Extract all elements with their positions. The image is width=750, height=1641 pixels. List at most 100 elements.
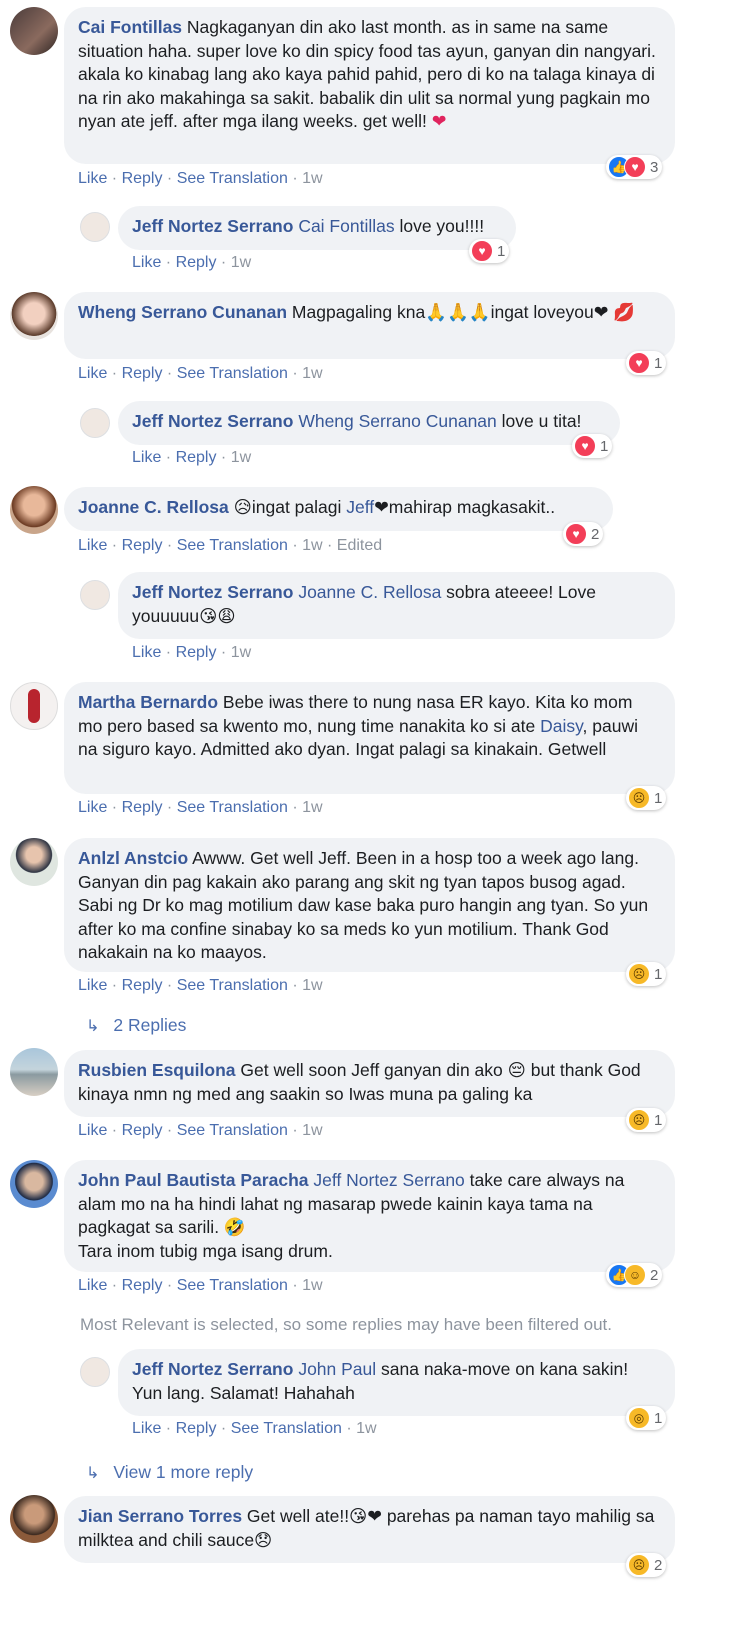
reply-link[interactable]: Reply [122,170,163,187]
reaction-summary[interactable]: ♥ 1 [572,434,613,458]
reply-link[interactable]: Reply [122,977,163,994]
reaction-count: 1 [654,1111,663,1129]
mention-link[interactable]: Jeff Nortez Serrano [313,1170,464,1190]
view-more-reply-link[interactable]: ↳ View 1 more reply [86,1462,253,1483]
reaction-summary[interactable]: ☹ 1 [626,962,667,986]
reply-link[interactable]: Reply [122,799,163,816]
reaction-count: 1 [654,1409,663,1427]
see-translation-link[interactable]: See Translation [177,799,288,816]
see-translation-link[interactable]: See Translation [177,537,288,554]
edited-label[interactable]: Edited [337,537,382,554]
timestamp[interactable]: 1w [302,1277,322,1294]
mention-link[interactable]: Wheng Serrano Cunanan [298,411,496,431]
timestamp[interactable]: 1w [231,449,251,466]
reaction-summary[interactable]: ♥ 1 [626,351,667,375]
avatar[interactable] [10,1048,58,1096]
avatar[interactable] [10,838,58,886]
reply-link[interactable]: Reply [122,1122,163,1139]
see-translation-link[interactable]: See Translation [177,1122,288,1139]
commenter-name[interactable]: Jeff Nortez Serrano [132,216,293,236]
like-link[interactable]: Like [78,1277,107,1294]
see-translation-link[interactable]: See Translation [177,1277,288,1294]
sad-reaction-icon: ☹ [628,787,650,809]
view-replies-link[interactable]: ↳ 2 Replies [86,1015,186,1036]
reaction-summary[interactable]: ♥ 2 [563,522,604,546]
avatar[interactable] [10,292,58,340]
avatar[interactable] [80,1357,110,1387]
avatar[interactable] [10,1495,58,1543]
reaction-summary[interactable]: 👍 ♥ 3 [606,155,663,179]
timestamp[interactable]: 1w [302,977,322,994]
reaction-summary[interactable]: ♥ 1 [469,239,510,263]
reaction-count: 2 [591,525,600,543]
reply-link[interactable]: Reply [176,254,217,271]
comment-bubble: Joanne C. Rellosa 😥ingat palagi Jeff❤mah… [64,487,613,531]
comment-bubble: Wheng Serrano Cunanan Magpagaling kna🙏🙏🙏… [64,292,675,359]
reply-link[interactable]: Reply [176,644,217,661]
reply-link[interactable]: Reply [122,365,163,382]
timestamp[interactable]: 1w [302,1122,322,1139]
commenter-name[interactable]: Jeff Nortez Serrano [132,582,293,602]
commenter-name[interactable]: Anlzl Anstcio [78,848,188,868]
avatar[interactable] [80,408,110,438]
mention-link[interactable]: Daisy [540,716,582,736]
like-link[interactable]: Like [78,537,107,554]
like-link[interactable]: Like [78,365,107,382]
reply-link[interactable]: Reply [122,1277,163,1294]
comment-bubble: John Paul Bautista Paracha Jeff Nortez S… [64,1160,675,1272]
mention-link[interactable]: Jeff [346,497,374,517]
commenter-name[interactable]: John Paul Bautista Paracha [78,1170,309,1190]
timestamp[interactable]: 1w [302,170,322,187]
reaction-summary[interactable]: ◎ 1 [626,1406,667,1430]
filter-note: Most Relevant is selected, so some repli… [80,1315,612,1334]
heart-emoji: ❤ [431,112,447,132]
timestamp[interactable]: 1w [356,1420,376,1437]
commenter-name[interactable]: Rusbien Esquilona [78,1060,236,1080]
reaction-summary[interactable]: 👍 ☺ 2 [606,1263,663,1287]
timestamp[interactable]: 1w [302,537,322,554]
reaction-summary[interactable]: ☹ 1 [626,786,667,810]
timestamp[interactable]: 1w [302,799,322,816]
reaction-summary[interactable]: ☹ 2 [626,1553,667,1577]
avatar[interactable] [10,486,58,534]
reaction-summary[interactable]: ☹ 1 [626,1108,667,1132]
like-link[interactable]: Like [132,254,161,271]
comment-actions: Like · Reply · See Translation · 1w [78,1277,323,1294]
mention-link[interactable]: Cai Fontillas [298,216,394,236]
comment-bubble: Martha Bernardo Bebe iwas there to nung … [64,682,675,794]
avatar[interactable] [10,7,58,55]
sad-reaction-icon: ☹ [628,963,650,985]
like-link[interactable]: Like [78,799,107,816]
reply-link[interactable]: Reply [176,449,217,466]
reaction-count: 2 [654,1556,663,1574]
reply-link[interactable]: Reply [176,1420,217,1437]
see-translation-link[interactable]: See Translation [231,1420,342,1437]
timestamp[interactable]: 1w [231,644,251,661]
like-link[interactable]: Like [132,1420,161,1437]
see-translation-link[interactable]: See Translation [177,170,288,187]
like-link[interactable]: Like [78,1122,107,1139]
avatar[interactable] [80,212,110,242]
commenter-name[interactable]: Jian Serrano Torres [78,1506,242,1526]
mention-link[interactable]: John Paul [298,1359,376,1379]
reply-link[interactable]: Reply [122,537,163,554]
like-link[interactable]: Like [78,977,107,994]
see-translation-link[interactable]: See Translation [177,365,288,382]
avatar[interactable] [80,580,110,610]
commenter-name[interactable]: Jeff Nortez Serrano [132,1359,293,1379]
reply-bubble: Jeff Nortez Serrano Cai Fontillas love y… [118,206,516,250]
see-translation-link[interactable]: See Translation [177,977,288,994]
commenter-name[interactable]: Cai Fontillas [78,17,182,37]
avatar[interactable] [10,1160,58,1208]
commenter-name[interactable]: Martha Bernardo [78,692,218,712]
commenter-name[interactable]: Joanne C. Rellosa [78,497,229,517]
timestamp[interactable]: 1w [231,254,251,271]
timestamp[interactable]: 1w [302,365,322,382]
mention-link[interactable]: Joanne C. Rellosa [298,582,441,602]
like-link[interactable]: Like [132,644,161,661]
commenter-name[interactable]: Jeff Nortez Serrano [132,411,293,431]
avatar[interactable] [10,682,58,730]
like-link[interactable]: Like [78,170,107,187]
like-link[interactable]: Like [132,449,161,466]
commenter-name[interactable]: Wheng Serrano Cunanan [78,302,287,322]
